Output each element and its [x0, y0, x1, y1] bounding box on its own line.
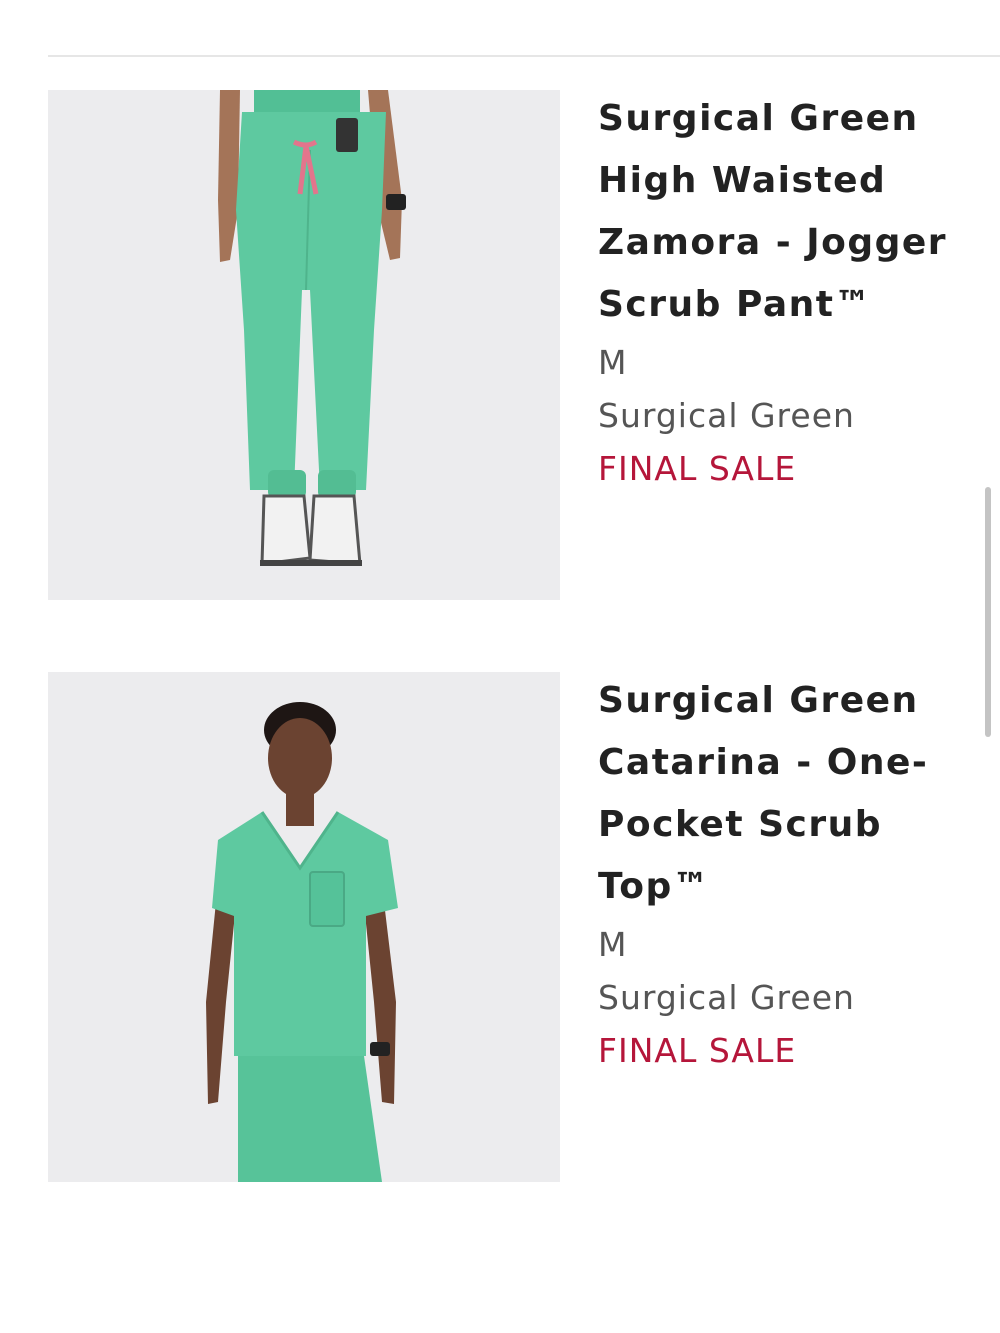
product-title[interactable]: Surgical Green Catarina - One-Pocket Scr…	[598, 670, 998, 918]
product-info: Surgical Green Catarina - One-Pocket Scr…	[598, 672, 998, 1077]
scrollbar[interactable]	[985, 487, 991, 737]
product-info: Surgical Green High Waisted Zamora - Jog…	[598, 90, 998, 495]
final-sale-badge: FINAL SALE	[598, 1031, 797, 1070]
product-color: Surgical Green	[598, 396, 855, 435]
product-title[interactable]: Surgical Green High Waisted Zamora - Jog…	[598, 88, 998, 336]
top-divider	[48, 55, 1000, 57]
jogger-pant-illustration	[48, 90, 560, 600]
product-color: Surgical Green	[598, 978, 855, 1017]
final-sale-badge: FINAL SALE	[598, 449, 797, 488]
product-size: M	[598, 343, 628, 382]
scrub-top-illustration	[48, 672, 560, 1182]
product-image-jogger-pant[interactable]	[48, 90, 560, 600]
product-size: M	[598, 925, 628, 964]
product-image-scrub-top[interactable]	[48, 672, 560, 1182]
